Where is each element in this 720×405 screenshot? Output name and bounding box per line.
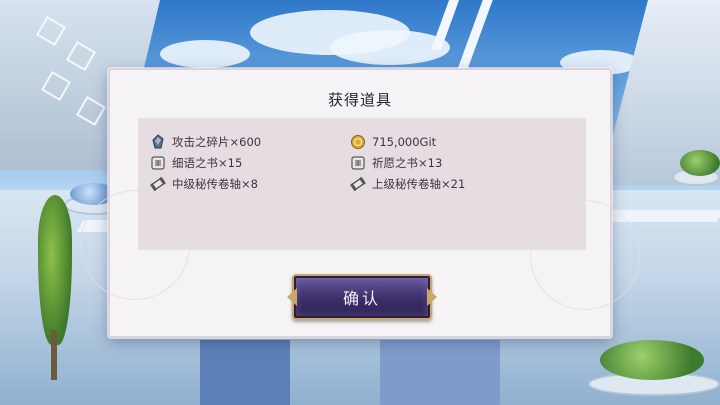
confirm-button-label: 确认 bbox=[342, 289, 381, 308]
bush bbox=[680, 150, 720, 176]
floor-lane bbox=[200, 340, 290, 405]
reward-item-label: 上级秘传卷轴×21 bbox=[372, 177, 466, 191]
tree bbox=[38, 195, 72, 345]
hex-panel bbox=[65, 40, 97, 72]
reward-item: 细语之书×15 bbox=[150, 154, 242, 172]
bush bbox=[600, 340, 704, 380]
dialog-title: 获得道具 bbox=[327, 91, 392, 109]
reward-item: 中级秘传卷轴×8 bbox=[150, 175, 258, 193]
reward-item-label: 攻击之碎片×600 bbox=[172, 135, 262, 149]
reward-item: 715,000Git bbox=[350, 133, 436, 151]
floor-lane bbox=[380, 340, 500, 405]
reward-item-label: 715,000Git bbox=[372, 135, 437, 149]
tree-trunk bbox=[51, 330, 57, 380]
cloud bbox=[160, 40, 250, 68]
hex-panel bbox=[35, 15, 67, 47]
hex-panel bbox=[75, 95, 107, 127]
reward-item: 攻击之碎片×600 bbox=[150, 133, 261, 151]
scroll-icon bbox=[150, 176, 166, 192]
confirm-button[interactable]: 确认 bbox=[292, 274, 432, 320]
reward-item-panel: 攻击之碎片×600 细语之书×15 中级秘传卷轴×8 715,000Git 祈愿… bbox=[138, 118, 586, 250]
book-icon bbox=[150, 155, 166, 171]
book-icon bbox=[350, 155, 366, 171]
reward-item-label: 祈愿之书×13 bbox=[372, 156, 443, 170]
reward-item-label: 中级秘传卷轴×8 bbox=[172, 177, 258, 191]
gold-coin-icon bbox=[350, 134, 366, 150]
reward-item-label: 细语之书×15 bbox=[172, 156, 243, 170]
reward-item: 祈愿之书×13 bbox=[350, 154, 442, 172]
reward-item: 上级秘传卷轴×21 bbox=[350, 175, 465, 193]
hex-panel bbox=[40, 70, 72, 102]
scroll-icon bbox=[350, 176, 366, 192]
reward-dialog: 获得道具 攻击之碎片×600 细语之书×15 中级秘传卷轴×8 715,000G… bbox=[80, 68, 640, 338]
shard-icon bbox=[150, 134, 166, 150]
